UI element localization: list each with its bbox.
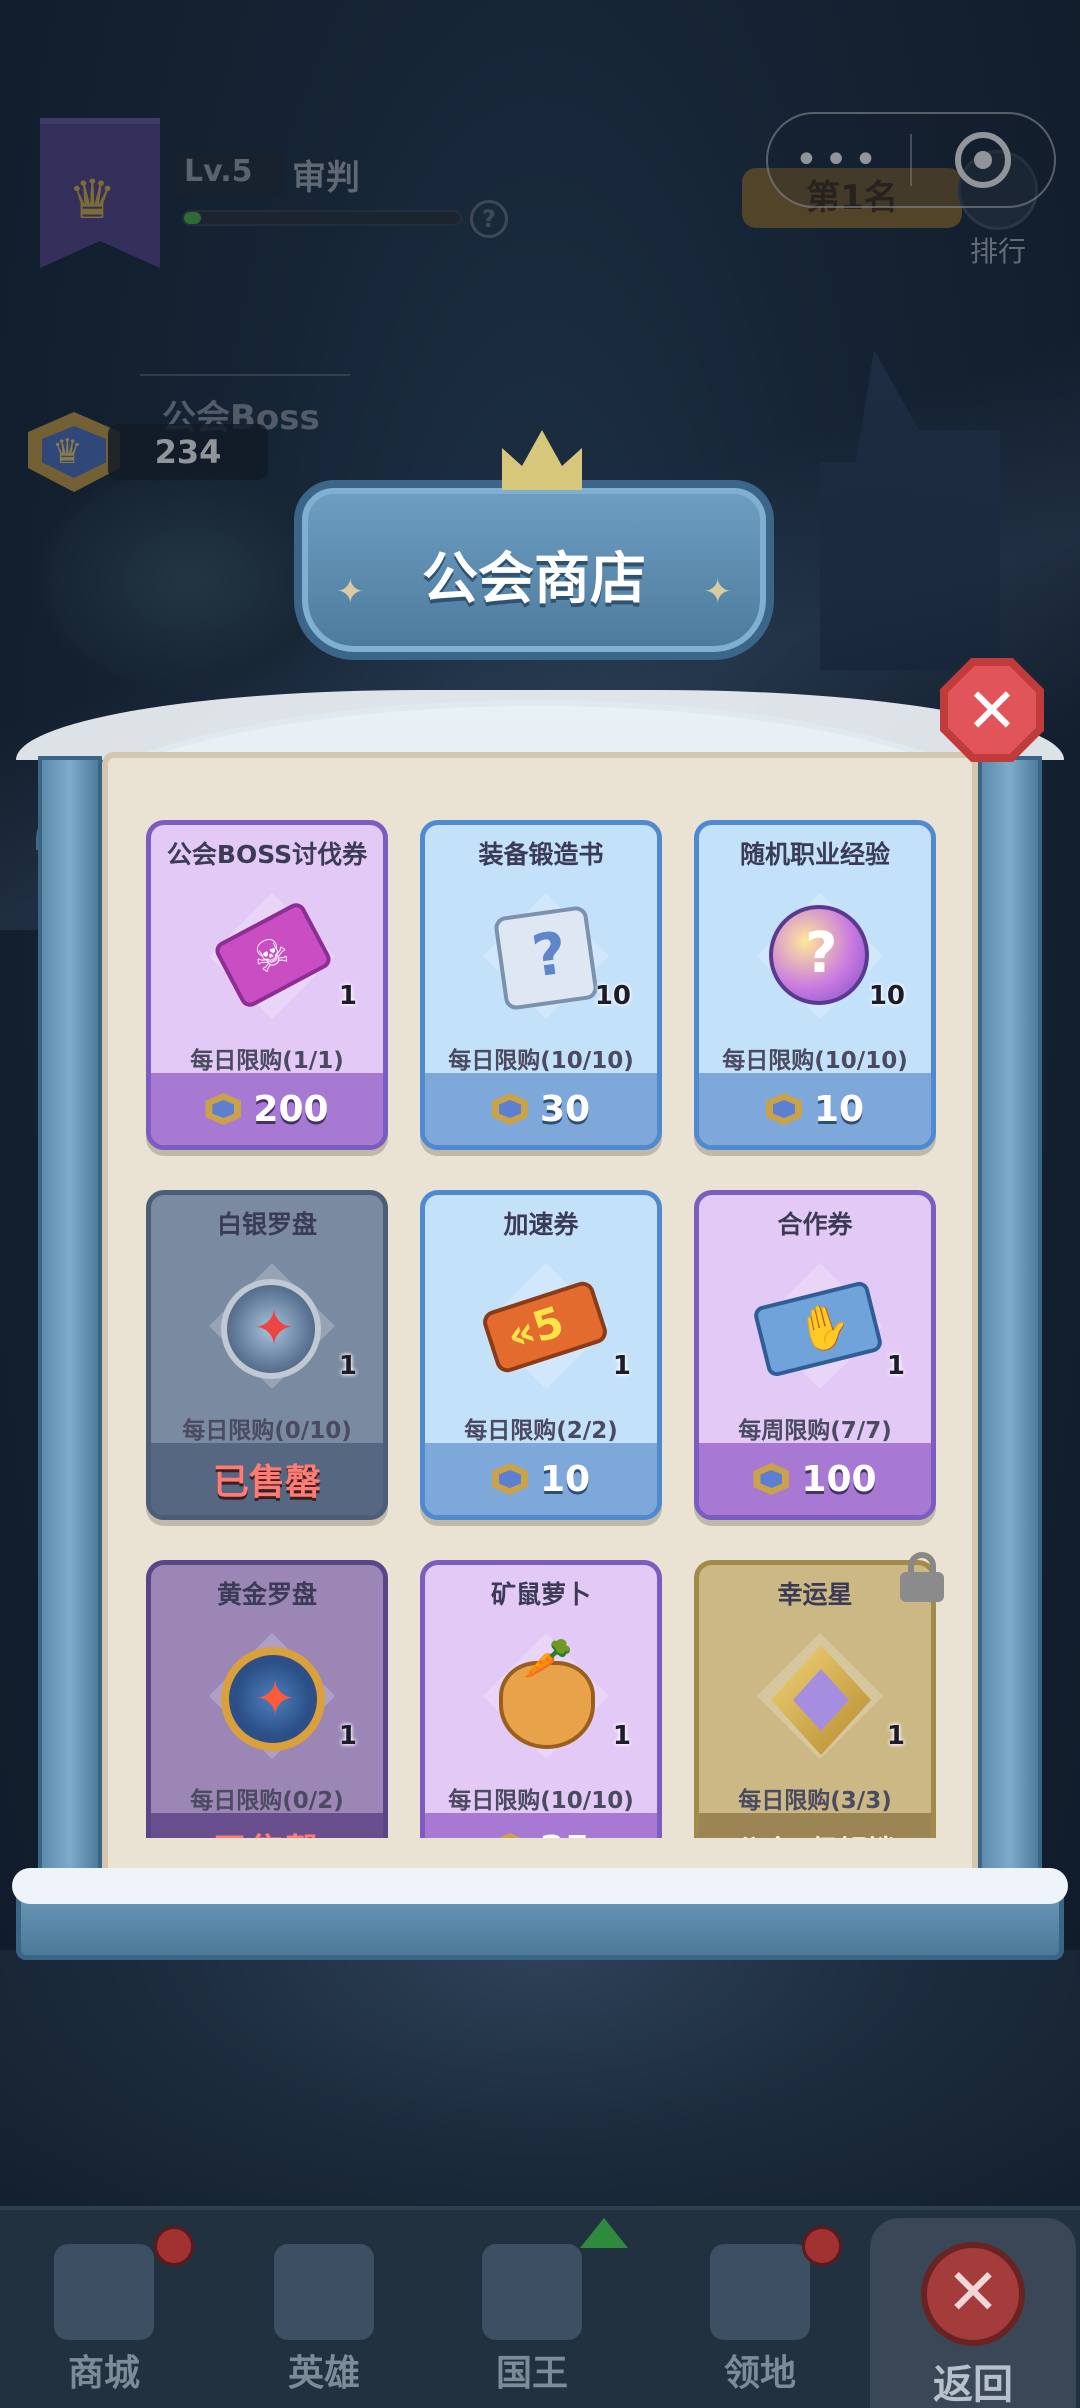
item-price: 10	[539, 1458, 591, 1500]
item-purchase-limit: 每日限购(10/10)	[448, 1788, 634, 1814]
nav-label: 领地	[723, 2353, 796, 2394]
notification-badge	[154, 2226, 194, 2266]
item-name: 随机职业经验	[739, 840, 890, 869]
guild-coin-icon	[491, 1463, 528, 1495]
item-quantity: 1	[612, 1351, 631, 1381]
nav-label: 英雄	[287, 2353, 360, 2394]
item-quantity: 10	[594, 981, 631, 1011]
shop-icon	[54, 2244, 154, 2340]
guild-coin-icon	[765, 1093, 802, 1125]
king-crown-icon	[482, 2244, 582, 2340]
nav-label: 返回	[933, 2362, 1013, 2408]
item-price: 100	[801, 1458, 877, 1500]
guild-coin-icon	[753, 1463, 790, 1495]
shop-item[interactable]: 公会BOSS讨伐券 1 每日限购(1/1) 200	[146, 820, 388, 1150]
sold-out-label: 已售罄	[151, 1443, 383, 1515]
back-close-icon: ✕	[921, 2242, 1025, 2346]
star-icon: ✦	[703, 572, 733, 612]
item-purchase-limit: 每日限购(0/10)	[182, 1418, 352, 1444]
ticket-icon	[211, 899, 335, 1011]
item-quantity: 1	[338, 981, 357, 1011]
modal-pillar-left	[38, 756, 102, 1896]
shop-title: 公会商店	[422, 547, 646, 612]
item-quantity: 10	[868, 981, 905, 1011]
modal-snow-cap	[16, 690, 1064, 760]
item-quantity: 1	[886, 1351, 905, 1381]
item-price: 公会3级解锁	[735, 1829, 894, 1838]
item-purchase-limit: 每周限购(7/7)	[738, 1418, 892, 1444]
castle-icon	[710, 2244, 810, 2340]
lucky-star-icon	[771, 1645, 871, 1755]
scroll-icon	[492, 904, 600, 1012]
item-name: 白银罗盘	[216, 1210, 317, 1239]
item-price: 200	[253, 1088, 329, 1130]
modal-pillar-right	[978, 756, 1042, 1896]
shop-item[interactable]: 加速券 1 每日限购(2/2) 10	[420, 1190, 662, 1520]
lock-icon	[900, 1552, 944, 1602]
item-name: 矿鼠萝卜	[490, 1580, 591, 1609]
guild-coin-icon	[491, 1093, 528, 1125]
modal-base-snow	[12, 1868, 1068, 1904]
item-quantity: 1	[612, 1721, 631, 1751]
nav-label: 国王	[495, 2353, 568, 2394]
item-name: 黄金罗盘	[216, 1580, 317, 1609]
hero-helmet-icon	[274, 2244, 374, 2340]
item-price: 10	[813, 1088, 865, 1130]
item-price-button[interactable]: 200	[151, 1073, 383, 1145]
shop-item[interactable]: 矿鼠萝卜 1 每日限购(10/10) 25	[420, 1560, 662, 1838]
item-name: 合作券	[777, 1210, 853, 1239]
shop-item[interactable]: 合作券 1 每周限购(7/7) 100	[694, 1190, 936, 1520]
unlock-requirement: 公会3级解锁	[699, 1813, 931, 1838]
sold-out-label: 已售罄	[151, 1813, 383, 1838]
item-purchase-limit: 每日限购(10/10)	[448, 1048, 634, 1074]
item-quantity: 1	[338, 1721, 357, 1751]
coop-ticket-icon	[752, 1279, 884, 1379]
item-price-button[interactable]: 25	[425, 1813, 657, 1838]
item-purchase-limit: 每日限购(10/10)	[722, 1048, 908, 1074]
guild-coin-icon	[205, 1093, 242, 1125]
guild-coin-icon	[491, 1833, 528, 1838]
item-purchase-limit: 每日限购(3/3)	[738, 1788, 892, 1814]
item-price-button[interactable]: 10	[425, 1443, 657, 1515]
item-name: 公会BOSS讨伐券	[166, 840, 368, 869]
item-price: 已售罄	[212, 1462, 321, 1503]
orb-icon	[769, 905, 869, 1005]
shop-item[interactable]: 白银罗盘 1 每日限购(0/10) 已售罄	[146, 1190, 388, 1520]
item-purchase-limit: 每日限购(0/2)	[190, 1788, 344, 1814]
carrot-bag-icon	[499, 1635, 595, 1749]
item-name: 加速券	[503, 1210, 579, 1239]
shop-title-plate: ✦ 公会商店 ✦	[294, 430, 774, 660]
item-price: 已售罄	[213, 1823, 321, 1838]
shop-item-grid: 公会BOSS讨伐券 1 每日限购(1/1) 200 装备锻造书 10 每日限购(…	[146, 820, 946, 1838]
nav-label: 商城	[67, 2353, 140, 2394]
item-price-button[interactable]: 100	[699, 1443, 931, 1515]
item-purchase-limit: 每日限购(2/2)	[464, 1418, 618, 1444]
close-icon: ✕	[966, 673, 1018, 747]
item-price-button[interactable]: 10	[699, 1073, 931, 1145]
item-purchase-limit: 每日限购(1/1)	[190, 1048, 344, 1074]
item-quantity: 1	[886, 1721, 905, 1751]
upgrade-arrow-icon	[580, 2218, 628, 2248]
item-price-button[interactable]: 30	[425, 1073, 657, 1145]
item-price: 25	[540, 1829, 590, 1839]
nav-back-button[interactable]: ✕ 返回	[870, 2218, 1076, 2408]
item-name: 幸运星	[777, 1580, 853, 1609]
shop-item[interactable]: 装备锻造书 10 每日限购(10/10) 30	[420, 820, 662, 1150]
shop-item[interactable]: 随机职业经验 10 每日限购(10/10) 10	[694, 820, 936, 1150]
silver-compass-icon	[221, 1279, 321, 1379]
item-name: 装备锻造书	[478, 840, 604, 869]
item-price: 30	[539, 1088, 591, 1130]
nav-heroes[interactable]: 英雄	[224, 2210, 424, 2408]
gold-compass-icon	[221, 1647, 325, 1751]
item-quantity: 1	[338, 1351, 357, 1381]
notification-badge	[802, 2226, 842, 2266]
shop-item[interactable]: 黄金罗盘 1 每日限购(0/2) 已售罄	[146, 1560, 388, 1838]
